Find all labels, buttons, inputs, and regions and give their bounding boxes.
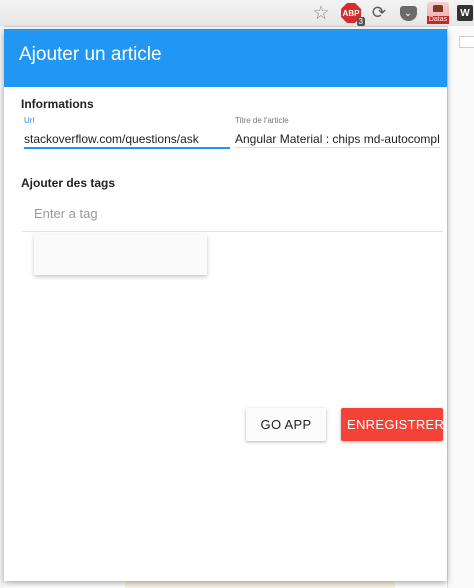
extension-label: Datas <box>427 16 449 24</box>
extension-hat-shape <box>433 5 443 12</box>
background-page-field <box>459 36 474 48</box>
go-app-button[interactable]: GO APP <box>246 408 326 441</box>
w-extension-label: W <box>457 5 473 21</box>
pocket-shape: ⌄ <box>399 5 417 21</box>
extension-avatar: Datas <box>427 2 449 24</box>
save-button[interactable]: ENREGISTRER <box>341 408 444 441</box>
star-icon[interactable]: ☆ <box>310 2 332 24</box>
article-title-label: Titre de l'article <box>235 116 289 125</box>
add-article-popup: Ajouter un article Informations Url Titr… <box>4 29 447 581</box>
background-page-right <box>447 26 474 588</box>
w-extension-icon[interactable]: W <box>456 2 474 24</box>
article-title-input[interactable] <box>235 130 440 148</box>
tags-heading: Ajouter des tags <box>21 176 116 190</box>
informations-heading: Informations <box>21 97 94 111</box>
adblock-badge-count: 3 <box>356 17 365 26</box>
url-input[interactable] <box>24 130 230 149</box>
popup-title: Ajouter un article <box>19 44 162 65</box>
url-label: Url <box>24 116 35 125</box>
avatar-extension-icon[interactable]: Datas <box>425 2 451 24</box>
popup-header: Ajouter un article <box>4 29 447 87</box>
refresh-icon[interactable]: ⟳ <box>368 2 390 24</box>
pocket-icon[interactable]: ⌄ <box>397 2 419 24</box>
adblock-plus-icon[interactable]: ABP 3 <box>340 2 365 26</box>
browser-toolbar: ☆ ABP 3 ⟳ ⌄ Datas W <box>0 0 474 27</box>
autocomplete-dropdown[interactable] <box>34 234 207 275</box>
tag-input[interactable] <box>22 195 443 232</box>
